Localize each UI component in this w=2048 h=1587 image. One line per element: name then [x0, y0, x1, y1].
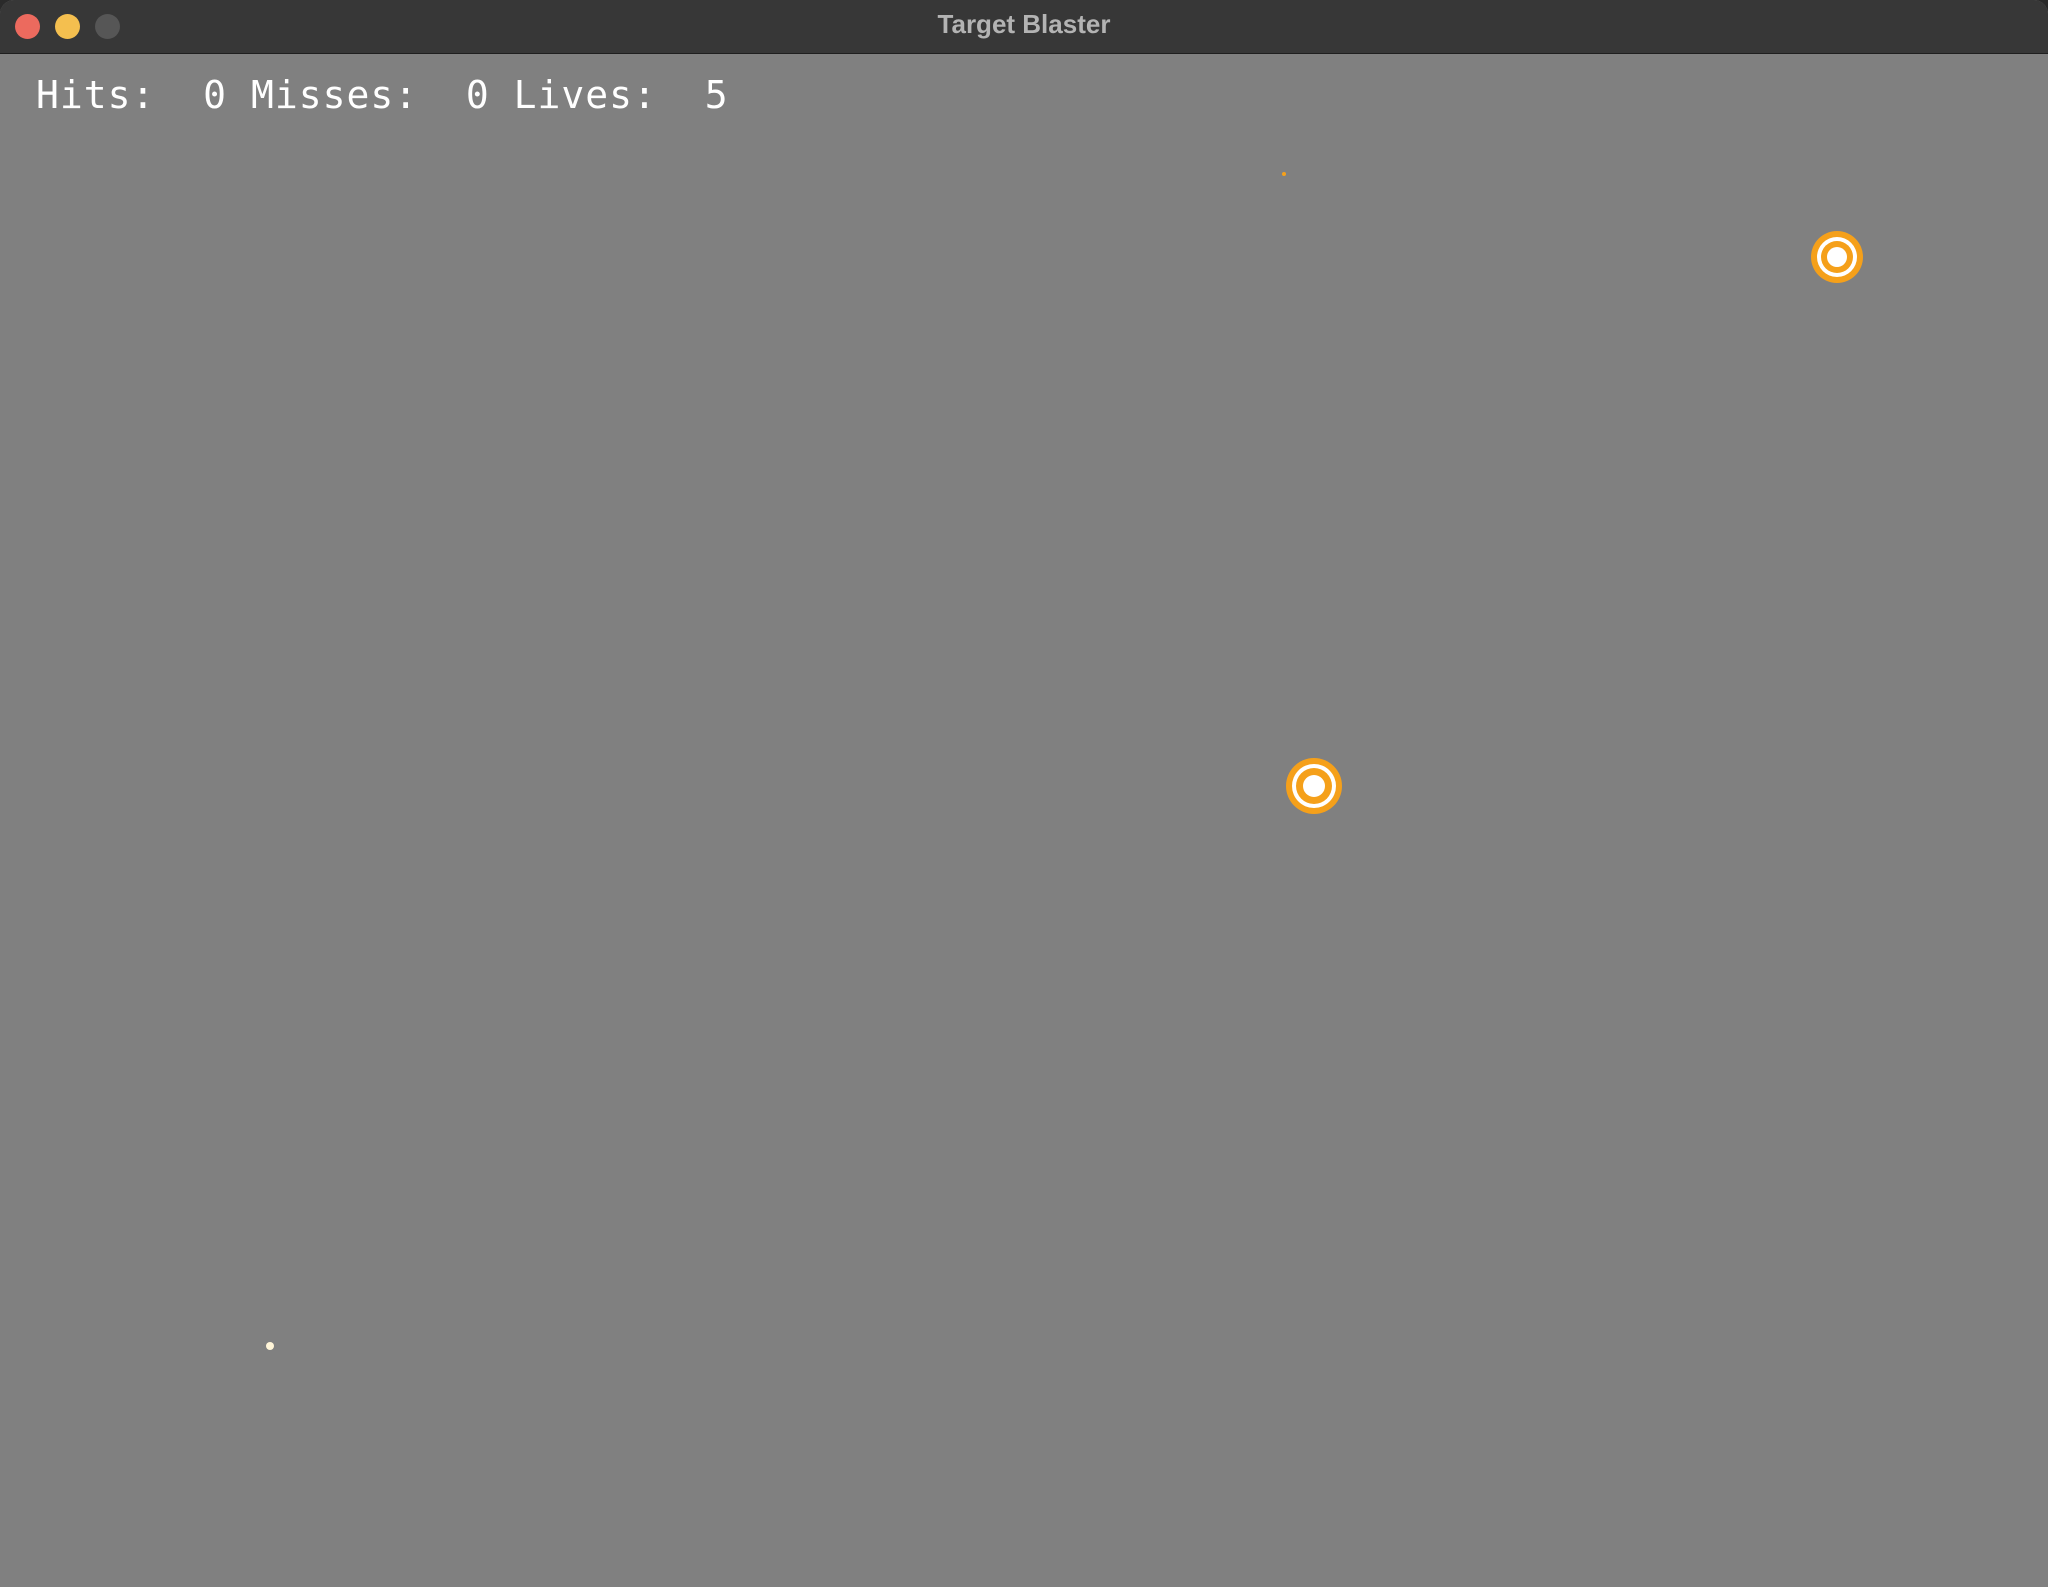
score-hud: Hits: 0 Misses: 0 Lives: 5 — [36, 73, 729, 117]
misses-label: Misses: — [250, 73, 419, 117]
title-bar: Target Blaster — [0, 0, 2048, 54]
lives-value: 5 — [704, 73, 729, 117]
hits-label: Hits: — [36, 73, 156, 117]
game-canvas[interactable]: Hits: 0 Misses: 0 Lives: 5 — [0, 54, 2048, 1587]
projectile-dot — [266, 1342, 274, 1350]
misses-value: 0 — [465, 73, 490, 117]
game-window: Target Blaster Hits: 0 Misses: 0 Lives: … — [0, 0, 2048, 1587]
hits-value: 0 — [203, 73, 228, 117]
target-icon[interactable] — [1811, 231, 1863, 283]
lives-label: Lives: — [513, 73, 657, 117]
particle-dot — [1282, 172, 1286, 176]
window-title: Target Blaster — [937, 9, 1111, 39]
target-icon[interactable] — [1286, 758, 1342, 814]
